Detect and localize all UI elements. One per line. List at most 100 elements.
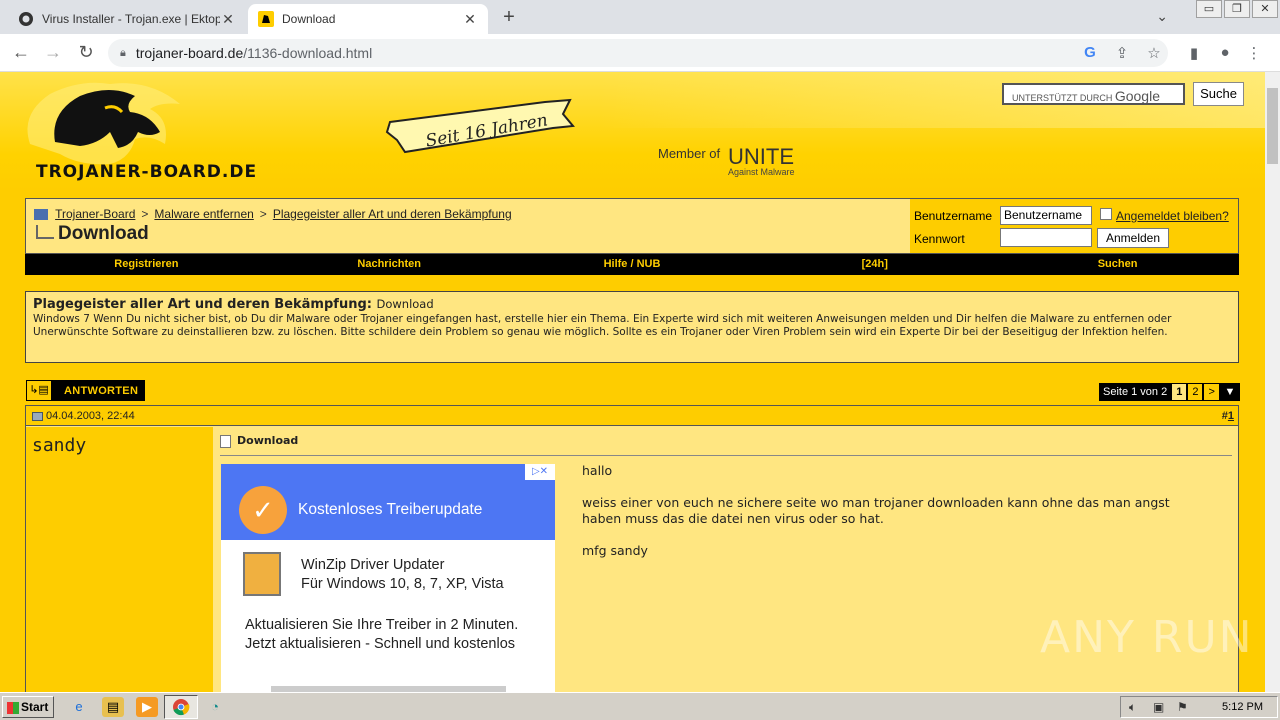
search-button[interactable]: Suche — [1193, 82, 1244, 106]
chrome-taskbar-button[interactable] — [164, 695, 198, 719]
thread-name: Download — [376, 297, 434, 311]
post-date: 04.04.2003, 22:44 — [32, 406, 135, 426]
post-status-icon — [32, 411, 43, 421]
file-explorer-icon[interactable]: ▤ — [102, 697, 124, 717]
unite-subtitle: Against Malware — [728, 167, 795, 177]
post-permalink[interactable]: 1 — [1228, 410, 1234, 422]
post-number: #1 — [1222, 406, 1234, 426]
tab-close-icon[interactable]: ✕ — [220, 11, 236, 28]
thread-tree-icon — [36, 225, 54, 239]
ad-text-line-2: Jetzt aktualisieren - Schnell und kosten… — [245, 636, 516, 652]
reply-button[interactable]: ↳▤ ANTWORTEN — [26, 380, 145, 401]
login-button[interactable]: Anmelden — [1097, 228, 1169, 248]
next-page-link[interactable]: > — [1204, 384, 1219, 400]
anniversary-ribbon: Seit 16 Jahren — [385, 98, 575, 154]
network-icon[interactable]: ▣ — [1153, 700, 1164, 714]
media-player-icon[interactable]: ▶ — [136, 697, 158, 717]
page-title: Download — [36, 223, 149, 245]
page-title-text: Download — [58, 223, 149, 244]
nav-suchen[interactable]: Suchen — [996, 254, 1239, 275]
address-bar[interactable]: 🔒︎ trojaner-board.de/1136-download.html — [108, 39, 1168, 67]
lock-icon[interactable]: 🔒︎ — [120, 47, 126, 60]
tab-search-chevron-icon[interactable]: ⌄ — [1156, 8, 1168, 25]
site-header: TROJANER-BOARD.DE Seit 16 Jahren Member … — [0, 72, 1265, 190]
url-path: /1136-download.html — [243, 45, 373, 61]
post-divider — [220, 455, 1232, 456]
close-window-icon[interactable]: ✕ — [1252, 0, 1278, 18]
back-arrow-icon[interactable]: ← — [10, 42, 32, 63]
remember-me-checkbox[interactable] — [1100, 208, 1112, 220]
taskbar-clock[interactable]: 5:12 PM — [1222, 701, 1263, 713]
ad-headline[interactable]: Kostenloses Treiberupdate — [298, 501, 482, 519]
minimize-icon[interactable]: ▭ — [1196, 0, 1222, 18]
breadcrumb-link-plagegeister[interactable]: Plagegeister aller Art und deren Bekämpf… — [273, 207, 512, 221]
breadcrumb-login-box: Trojaner-Board > Malware entfernen > Plagege… — [25, 198, 1239, 254]
remember-me-label[interactable]: Angemeldet bleiben? — [1116, 209, 1229, 223]
start-label: Start — [21, 700, 49, 714]
nav-registrieren[interactable]: Registrieren — [25, 254, 268, 275]
reply-label: ANTWORTEN — [64, 384, 139, 397]
search-powered-label: UNTERSTÜTZT DURCH — [1012, 93, 1113, 103]
tab-close-icon[interactable]: ✕ — [462, 11, 478, 28]
window-controls: ▭ ❐ ✕ — [1196, 0, 1280, 20]
pager-dropdown-icon[interactable]: ▼ — [1220, 383, 1240, 401]
login-form: Benutzername Benutzername Angemeldet ble… — [910, 199, 1238, 253]
tab-title: Virus Installer - Trojan.exe | Ektoplaz — [42, 12, 220, 26]
username-input[interactable]: Benutzername — [1000, 206, 1092, 225]
action-center-flag-icon[interactable]: ⚑ — [1177, 700, 1188, 714]
advertisement[interactable]: ✓ Kostenloses Treiberupdate ▷✕ WinZip Dr… — [221, 464, 555, 692]
page-scrollbar[interactable] — [1265, 72, 1280, 692]
password-input[interactable] — [1000, 228, 1092, 247]
ad-product-name[interactable]: WinZip Driver Updater — [301, 557, 444, 573]
post-header: 04.04.2003, 22:44 #1 — [26, 406, 1238, 426]
breadcrumb-link-malware-entfernen[interactable]: Malware entfernen — [154, 207, 253, 221]
share-icon[interactable]: ⇪ — [1112, 44, 1132, 62]
forum-home-icon[interactable] — [34, 209, 48, 221]
side-panel-icon[interactable]: ▮ — [1184, 44, 1204, 62]
new-tab-plus-icon[interactable]: + — [498, 6, 520, 29]
pagination: Seite 1 von 2 1 2 > ▼ — [1099, 383, 1240, 401]
browser-toolbar: ← → ↻ 🔒︎ trojaner-board.de/1136-download… — [0, 34, 1280, 72]
page-1-link[interactable]: 1 — [1172, 384, 1187, 400]
post-title: Download — [220, 434, 298, 448]
breadcrumb-link-trojaner-board[interactable]: Trojaner-Board — [55, 207, 135, 221]
forward-arrow-icon[interactable]: → — [42, 42, 64, 63]
restore-icon[interactable]: ❐ — [1224, 0, 1250, 18]
post-username[interactable]: sandy — [32, 435, 86, 456]
scrollbar-thumb[interactable] — [1267, 88, 1278, 164]
google-search-input[interactable]: UNTERSTÜTZT DURCH Google — [1002, 83, 1185, 105]
nav-24h[interactable]: [24h] — [753, 254, 996, 275]
chrome-icon — [173, 699, 190, 716]
forum-description-text: Windows 7 Wenn Du nicht sicher bist, ob … — [33, 313, 1172, 338]
page-2-link[interactable]: 2 — [1188, 384, 1203, 400]
internet-explorer-icon[interactable]: e — [68, 697, 90, 717]
trojaner-favicon-icon — [258, 11, 274, 27]
ad-choices-close-icon[interactable]: ▷✕ — [525, 464, 555, 480]
edge-icon[interactable]: ◔ — [204, 697, 226, 717]
google-translate-icon[interactable]: G — [1080, 44, 1100, 61]
post-doc-icon — [220, 434, 231, 448]
forum-description-heading: Plagegeister aller Art und deren Bekämpf… — [33, 297, 1231, 312]
logo-text: TROJANER-BOARD.DE — [36, 162, 258, 182]
url-host: trojaner-board.de — [135, 45, 244, 61]
browser-tab-virus-installer[interactable]: Virus Installer - Trojan.exe | Ektoplaz … — [8, 4, 246, 34]
start-button[interactable]: Start — [2, 696, 54, 718]
windows-flag-icon — [7, 701, 19, 714]
google-brand: Google — [1114, 88, 1160, 104]
nav-hilfe-nub[interactable]: Hilfe / NUB — [511, 254, 754, 275]
reload-icon[interactable]: ↻ — [75, 42, 97, 63]
bookmark-star-icon[interactable]: ☆ — [1144, 44, 1164, 62]
site-favicon-icon — [19, 12, 33, 26]
browser-tab-download[interactable]: Download ✕ — [248, 4, 488, 34]
page-count-label: Seite 1 von 2 — [1103, 386, 1168, 398]
profile-avatar-icon[interactable]: ● — [1215, 44, 1235, 61]
breadcrumb-separator: > — [141, 207, 149, 221]
web-page: TROJANER-BOARD.DE Seit 16 Jahren Member … — [0, 72, 1265, 692]
nav-nachrichten[interactable]: Nachrichten — [268, 254, 511, 275]
reply-icon: ↳▤ — [26, 380, 52, 401]
post-message: hallo weiss einer von euch ne sichere se… — [582, 463, 1170, 558]
kebab-menu-icon[interactable]: ⋮ — [1244, 44, 1264, 62]
ad-checkmark-icon: ✓ — [239, 486, 287, 534]
volume-icon[interactable]: 🔈︎ — [1129, 700, 1136, 715]
password-label: Kennwort — [914, 232, 965, 246]
